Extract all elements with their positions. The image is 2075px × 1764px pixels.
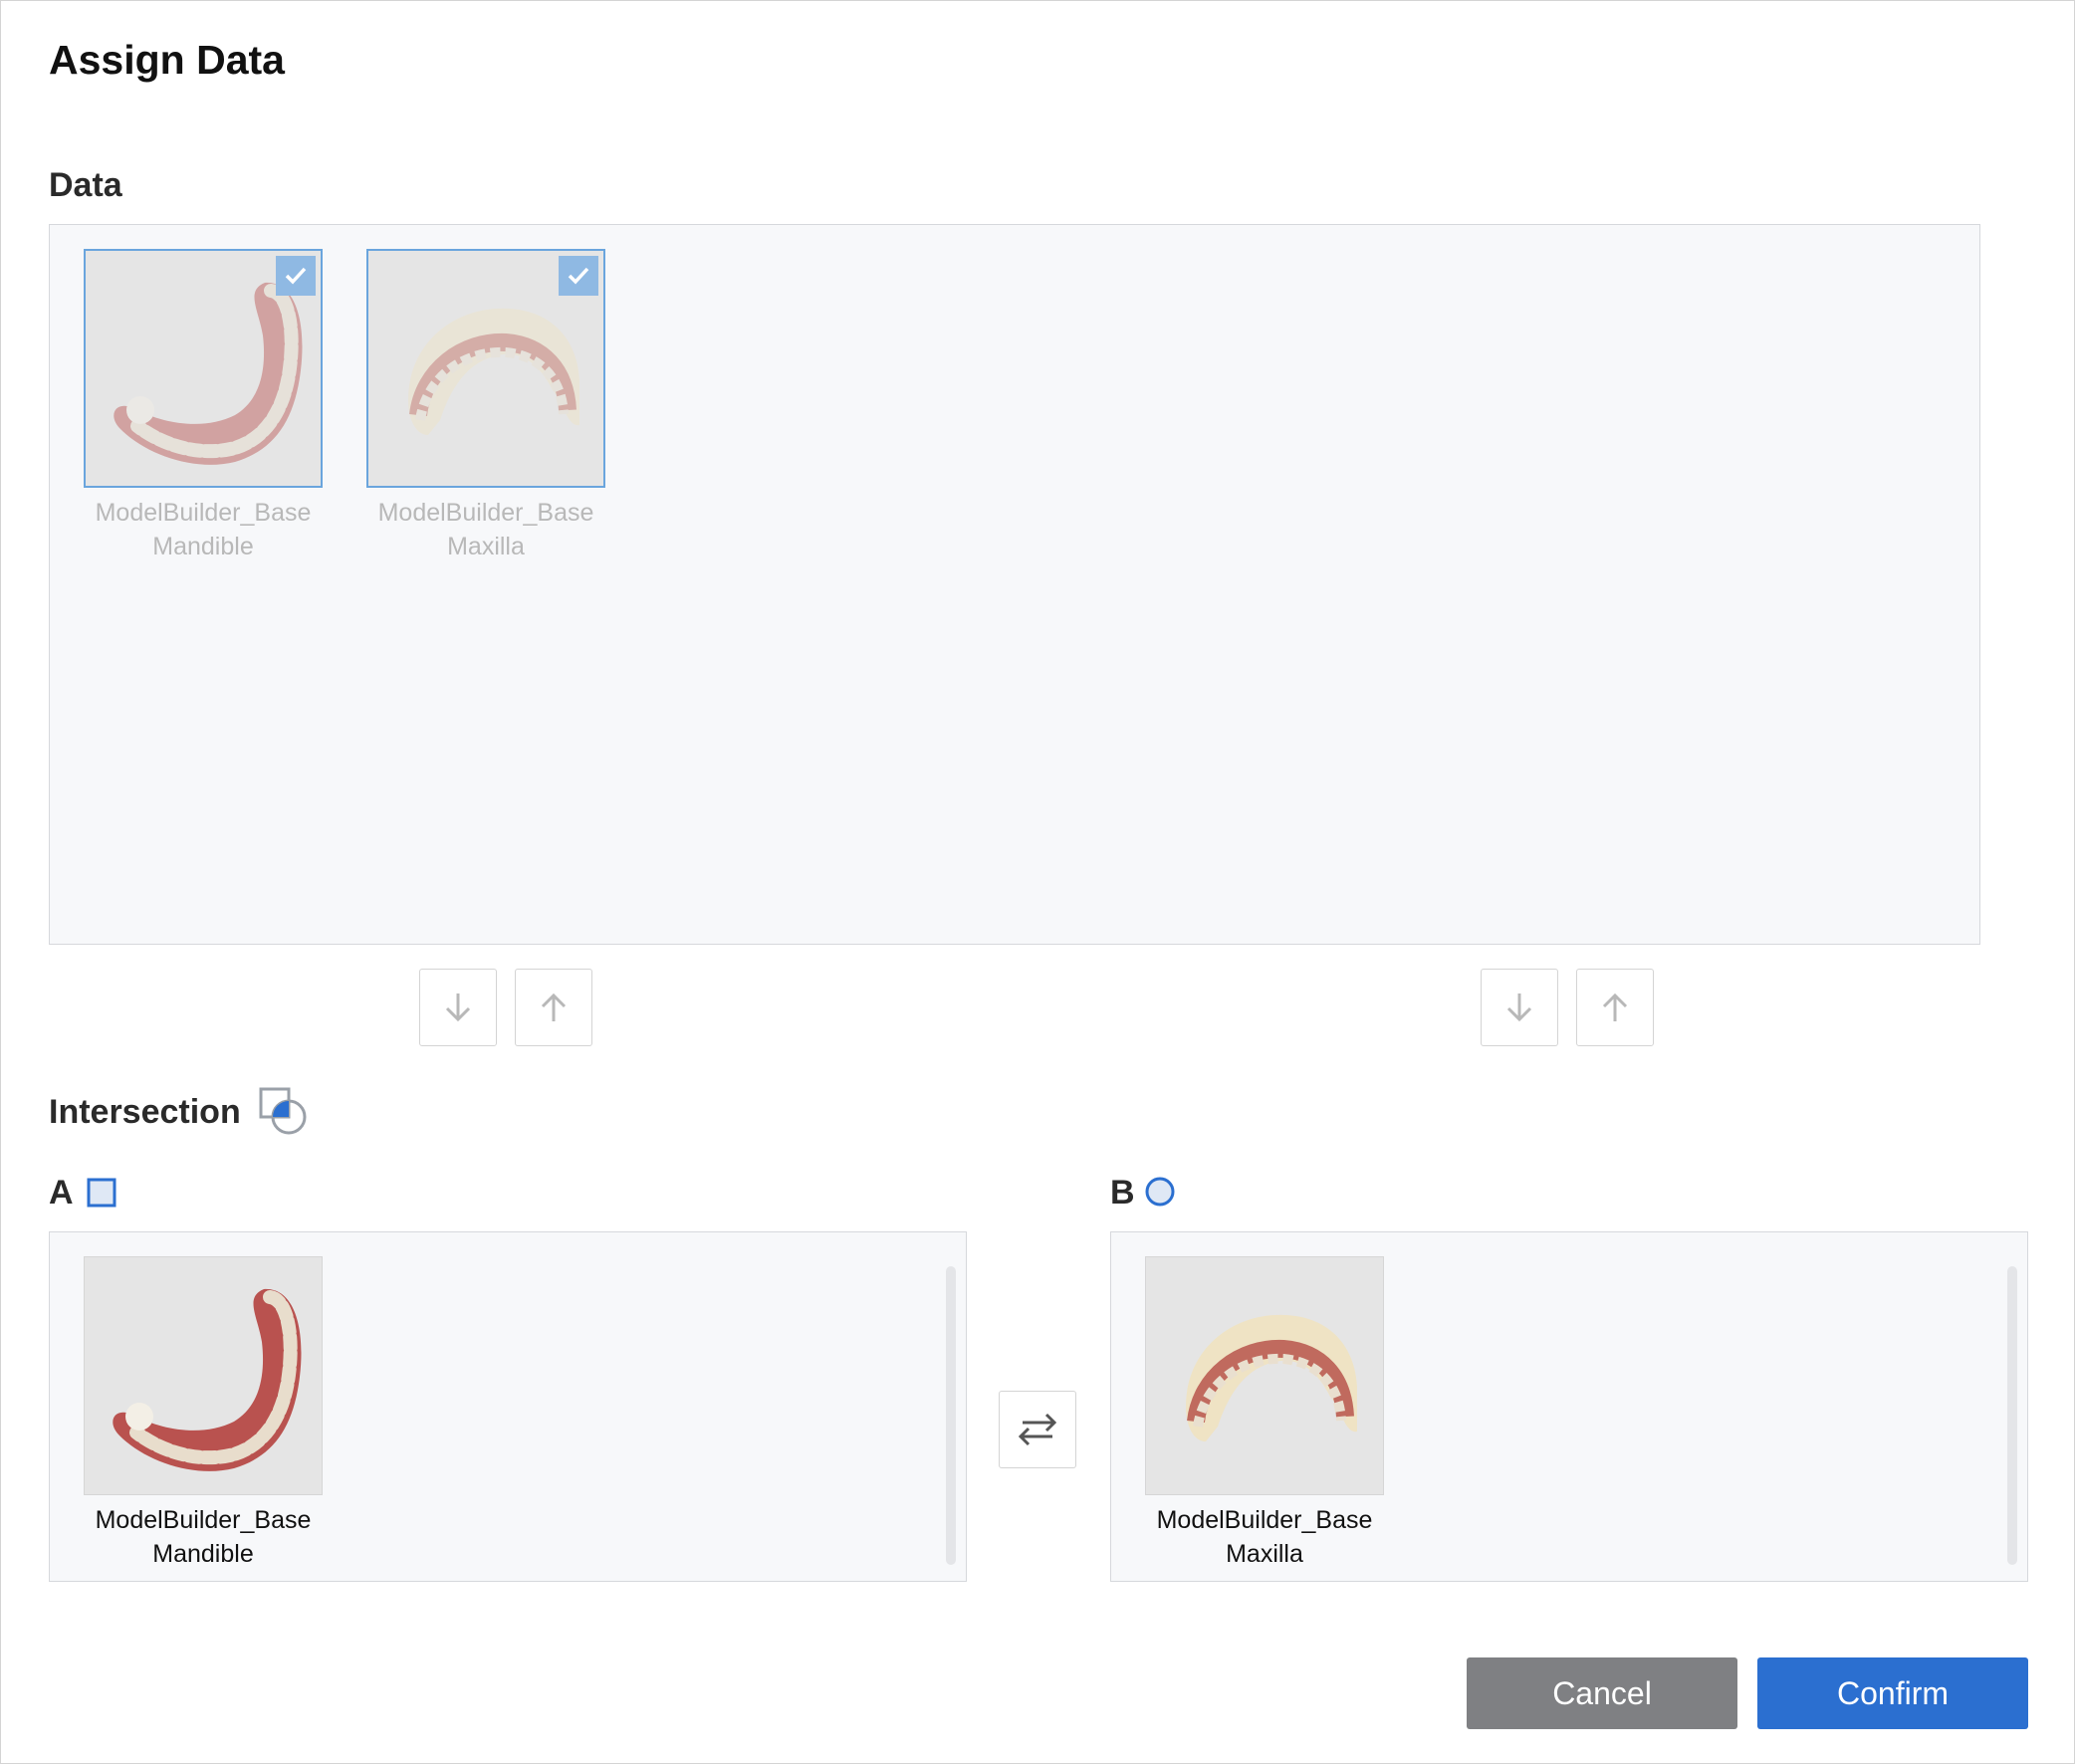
group-a-panel: ModelBuilder_Base Mandible bbox=[49, 1231, 967, 1582]
arrow-down-icon bbox=[445, 993, 471, 1022]
circle-icon bbox=[1145, 1177, 1175, 1207]
square-icon bbox=[87, 1178, 116, 1208]
checkbox-checked-icon[interactable] bbox=[559, 256, 598, 296]
dialog-title: Assign Data bbox=[49, 37, 285, 83]
data-item-thumbnail bbox=[366, 249, 605, 488]
swap-groups-button[interactable] bbox=[999, 1391, 1076, 1468]
group-b-scrollbar[interactable] bbox=[2007, 1266, 2017, 1565]
data-item-label: ModelBuilder_Base Maxilla bbox=[377, 499, 594, 560]
group-a-item-thumbnail bbox=[84, 1256, 323, 1495]
group-b-item-label: ModelBuilder_Base Maxilla bbox=[1156, 1506, 1373, 1568]
swap-arrows-icon bbox=[1018, 1413, 1057, 1446]
confirm-button[interactable]: Confirm bbox=[1757, 1657, 2028, 1729]
group-b-item-thumbnail bbox=[1145, 1256, 1384, 1495]
move-down-to-b-button[interactable] bbox=[1481, 969, 1558, 1046]
intersection-icon bbox=[259, 1087, 307, 1135]
intersection-label: Intersection bbox=[49, 1093, 241, 1131]
move-down-to-a-button[interactable] bbox=[419, 969, 497, 1046]
data-list-panel: ModelBuilder_Base Mandible ModelBuilder_… bbox=[49, 224, 1980, 945]
data-item-thumbnail bbox=[84, 249, 323, 488]
data-item-label: ModelBuilder_Base Mandible bbox=[95, 499, 312, 560]
group-a-item-mandible[interactable]: ModelBuilder_Base Mandible bbox=[84, 1256, 323, 1571]
arrow-up-icon bbox=[1602, 992, 1628, 1021]
mandible-model-icon bbox=[85, 1257, 323, 1495]
group-b-panel: ModelBuilder_Base Maxilla bbox=[1110, 1231, 2028, 1582]
group-b-label: B bbox=[1110, 1174, 1135, 1212]
move-up-from-b-button[interactable] bbox=[1576, 969, 1654, 1046]
group-b-item-maxilla[interactable]: ModelBuilder_Base Maxilla bbox=[1145, 1256, 1384, 1571]
checkbox-checked-icon[interactable] bbox=[276, 256, 316, 296]
arrow-down-icon bbox=[1506, 993, 1532, 1022]
group-a-item-label: ModelBuilder_Base Mandible bbox=[95, 1506, 312, 1568]
assign-data-dialog: Assign Data Data ModelBuilder_Base Mandi… bbox=[0, 0, 2075, 1764]
maxilla-model-icon bbox=[1146, 1257, 1384, 1495]
data-item-mandible[interactable]: ModelBuilder_Base Mandible bbox=[84, 249, 323, 563]
cancel-button[interactable]: Cancel bbox=[1467, 1657, 1737, 1729]
group-a-scrollbar[interactable] bbox=[946, 1266, 956, 1565]
data-section-label: Data bbox=[49, 166, 122, 204]
group-a-label: A bbox=[49, 1174, 74, 1212]
data-item-maxilla[interactable]: ModelBuilder_Base Maxilla bbox=[366, 249, 605, 563]
arrow-up-icon bbox=[541, 992, 567, 1021]
move-up-from-a-button[interactable] bbox=[515, 969, 592, 1046]
